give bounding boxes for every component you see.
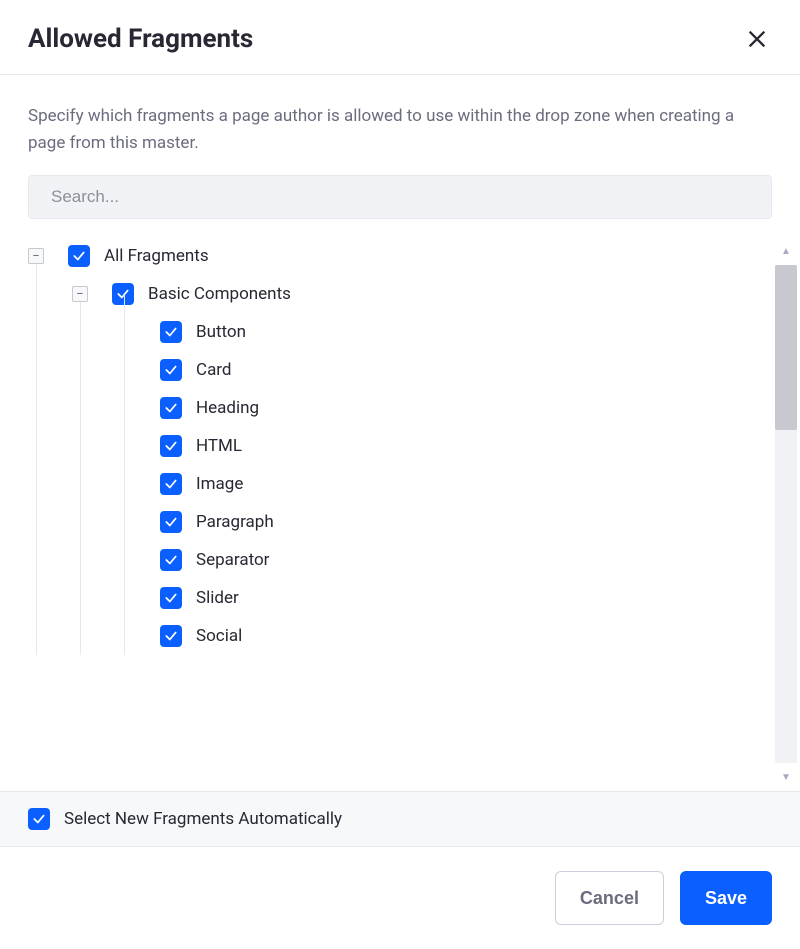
scroll-down-arrow[interactable]: ▼ [772,763,800,791]
close-button[interactable] [742,24,772,54]
tree-container: − All Fragments − Basic Components Bu [0,237,800,791]
check-icon [164,477,178,491]
checkbox-all-fragments[interactable] [68,245,90,267]
scrollbar[interactable]: ▲ ▼ [772,237,800,791]
check-icon [164,553,178,567]
checkbox-item[interactable] [160,511,182,533]
check-icon [164,629,178,643]
tree-node-label: HTML [196,436,242,456]
check-icon [164,515,178,529]
tree-node-item: Button [28,313,768,351]
tree-node-group: − Basic Components [28,275,768,313]
tree-node-label: Card [196,360,232,380]
tree-node-item: Image [28,465,768,503]
search-input[interactable] [28,175,772,219]
check-icon [164,325,178,339]
scroll-up-arrow[interactable]: ▲ [772,237,800,265]
scroll-thumb[interactable] [775,265,797,430]
check-icon [164,591,178,605]
dialog-header: Allowed Fragments [0,0,800,75]
tree-node-item: Slider [28,579,768,617]
dialog-title: Allowed Fragments [28,24,253,54]
tree-guide-line [80,293,81,655]
tree-node-label: Image [196,474,243,494]
cancel-button[interactable]: Cancel [555,871,664,925]
tree-node-label: Social [196,626,242,646]
checkbox-item[interactable] [160,549,182,571]
checkbox-item[interactable] [160,587,182,609]
auto-select-row: Select New Fragments Automatically [0,791,800,846]
checkbox-item[interactable] [160,435,182,457]
tree-node-root: − All Fragments [28,237,768,275]
check-icon [116,287,130,301]
tree-node-label: Separator [196,550,269,570]
tree-node-item: Heading [28,389,768,427]
tree-node-item: Card [28,351,768,389]
tree-node-label: Paragraph [196,512,274,532]
check-icon [164,401,178,415]
collapse-toggle[interactable]: − [72,286,88,302]
close-icon [746,28,768,50]
tree-node-label: Basic Components [148,284,291,304]
tree-node-item: HTML [28,427,768,465]
checkbox-auto-select[interactable] [28,808,50,830]
dialog-description: Specify which fragments a page author is… [0,75,800,175]
tree-node-label: Heading [196,398,259,418]
tree-node-label: All Fragments [104,246,209,266]
checkbox-basic-components[interactable] [112,283,134,305]
search-wrap [0,175,800,237]
save-button[interactable]: Save [680,871,772,925]
collapse-toggle[interactable]: − [28,248,44,264]
check-icon [164,439,178,453]
checkbox-item[interactable] [160,473,182,495]
tree-guide-line [36,259,37,655]
tree-guide-line [124,293,125,655]
checkbox-item[interactable] [160,359,182,381]
checkbox-item[interactable] [160,397,182,419]
tree-node-label: Button [196,322,246,342]
tree-node-item: Social [28,617,768,655]
fragment-tree[interactable]: − All Fragments − Basic Components Bu [28,237,772,791]
scroll-track[interactable] [775,265,797,763]
dialog-footer: Cancel Save [0,846,800,949]
checkbox-item[interactable] [160,625,182,647]
checkbox-item[interactable] [160,321,182,343]
tree-node-label: Slider [196,588,239,608]
tree-node-item: Separator [28,541,768,579]
check-icon [72,249,86,263]
check-icon [164,363,178,377]
tree-node-item: Paragraph [28,503,768,541]
check-icon [32,812,46,826]
auto-select-label: Select New Fragments Automatically [64,809,342,829]
